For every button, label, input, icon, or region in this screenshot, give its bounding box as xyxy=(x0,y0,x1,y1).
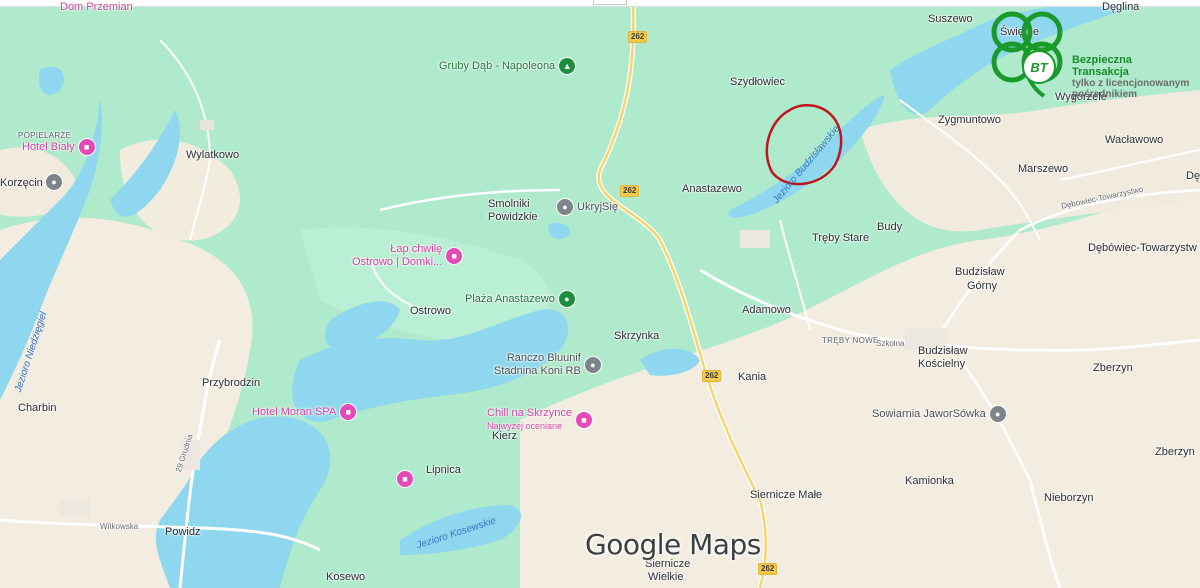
pin-icon: ● xyxy=(557,199,573,215)
poi-label: Sowiarnia JaworSówka xyxy=(872,407,986,420)
place-label: Ostrowo xyxy=(410,305,451,317)
place-label: Suszewo xyxy=(928,13,973,25)
badge-line2: Transakcja xyxy=(1072,66,1129,78)
place-label: Kamionka xyxy=(905,475,954,487)
bed-icon: ■ xyxy=(446,248,463,264)
bed-icon: ■ xyxy=(575,412,592,428)
place-label: Budzisław xyxy=(955,266,1005,278)
place-label: Marszewo xyxy=(1018,163,1069,175)
place-label: Zberzyn xyxy=(1093,362,1133,374)
poi-label: Gruby Dąb - Napoleona xyxy=(439,59,556,72)
place-label: Adamowo xyxy=(742,304,791,316)
poi-korzecin[interactable]: ● xyxy=(46,174,62,190)
place-label: Dębówiec-Towarzystw xyxy=(1088,242,1197,254)
place-label: Szydłowiec xyxy=(730,76,786,88)
tree-icon: ▲ xyxy=(559,58,576,74)
clover-icon xyxy=(991,11,1063,98)
place-label: Lipnica xyxy=(426,464,461,476)
place-label: Zberzyn xyxy=(1155,446,1195,458)
map-canvas[interactable]: 262 262 262 262 Dom Przemian POPIELARZE … xyxy=(0,0,1200,588)
place-label: Korzęcin xyxy=(0,177,43,189)
place-label: Kościelny xyxy=(918,358,966,370)
bed-icon: ■ xyxy=(397,471,413,487)
google-maps-logo: Google Maps xyxy=(585,528,761,561)
place-label: Przybrodzin xyxy=(202,377,261,389)
place-label: Nieborzyn xyxy=(1044,492,1094,504)
badge-line3: tylko z licencjonowanym xyxy=(1072,78,1190,89)
badge-line4: pośrednikiem xyxy=(1072,89,1138,100)
poi-label: Chill na Skrzynce xyxy=(487,407,572,419)
bezpieczna-transakcja-badge: BT Bezpieczna Transakcja tylko z licencj… xyxy=(982,6,1200,100)
badge-line1: Bezpieczna xyxy=(1072,54,1132,66)
place-label: Powidz xyxy=(165,526,201,538)
place-label: Budzisław xyxy=(918,345,968,357)
bt-logo: BT xyxy=(1022,50,1056,84)
road-shield-262: 262 xyxy=(702,370,722,382)
poi-sowiarnia[interactable]: Sowiarnia JaworSówka ● xyxy=(872,406,1006,422)
place-label: Powidzkie xyxy=(488,211,538,223)
poi-label-2: Ostrowo | Domki... xyxy=(352,256,443,268)
poi-label-2: Stadnina Koni RB xyxy=(494,365,581,377)
poi-label: Ranczo Bluunif xyxy=(506,352,581,364)
place-label: TRĘBY NOWE xyxy=(822,336,879,345)
place-label[interactable]: Dom Przemian xyxy=(60,1,133,14)
poi-sublabel: Najwyżej oceniane xyxy=(487,421,563,431)
pin-icon: ● xyxy=(46,174,62,190)
place-label: Kania xyxy=(738,371,767,383)
road-shield-262: 262 xyxy=(628,31,648,43)
poi-plaza[interactable]: Plaża Anastazewo ● xyxy=(465,291,575,307)
road-label: Witkowska xyxy=(100,522,139,531)
place-label: Trębу Stare xyxy=(812,232,870,244)
place-label: Smolniki xyxy=(488,198,530,210)
place-label: Budy xyxy=(877,221,903,233)
beach-icon: ● xyxy=(558,291,575,307)
poi-lipnica-hotel[interactable]: ■ xyxy=(397,471,413,487)
place-label: Charbin xyxy=(18,402,57,414)
place-label: Zygmuntowo xyxy=(938,114,1001,126)
place-label: Kosewo xyxy=(326,571,366,583)
poi-ranczo[interactable]: Ranczo Bluunif Stadnina Koni RB ● xyxy=(494,352,601,378)
poi-label: Plaża Anastazewo xyxy=(465,292,555,305)
poi-label: Hotel Biały xyxy=(22,140,75,153)
poi-hotel-moran[interactable]: Hotel Moran SPA ■ xyxy=(252,404,357,420)
poi-ukryjsie[interactable]: ● UkryjSię xyxy=(557,199,618,215)
bed-icon: ■ xyxy=(78,139,95,155)
place-label: Wielkie xyxy=(648,571,684,583)
top-handle[interactable] xyxy=(593,0,627,5)
poi-hotel-bialy[interactable]: Hotel Biały ■ xyxy=(22,139,95,155)
poi-lap-chwile[interactable]: Łap chwilę Ostrowo | Domki... ■ xyxy=(352,243,463,269)
place-label: Dę xyxy=(1186,170,1200,182)
pin-icon: ● xyxy=(584,357,601,373)
poi-label: UkryjSię xyxy=(577,200,618,213)
poi-chill[interactable]: Chill na Skrzynce Najwyżej oceniane ■ xyxy=(487,407,592,433)
place-label: Górny xyxy=(967,280,997,292)
place-label: Skrzynka xyxy=(614,330,660,342)
road-shield-262: 262 xyxy=(620,185,640,197)
road-label: Szkolna xyxy=(876,339,905,348)
place-label: Siernicze Małe xyxy=(750,489,823,501)
place-label: Anastazewo xyxy=(682,183,742,195)
bed-icon: ■ xyxy=(340,404,357,420)
place-label: Wylatkowo xyxy=(186,149,240,161)
poi-gruby-dab[interactable]: Gruby Dąb - Napoleona ▲ xyxy=(439,58,576,74)
pin-icon: ● xyxy=(989,406,1006,422)
place-label: Wacławowo xyxy=(1105,134,1164,146)
poi-label: Hotel Moran SPA xyxy=(252,405,337,418)
poi-label: Łap chwilę xyxy=(390,243,443,255)
road-shield-262: 262 xyxy=(758,563,778,575)
